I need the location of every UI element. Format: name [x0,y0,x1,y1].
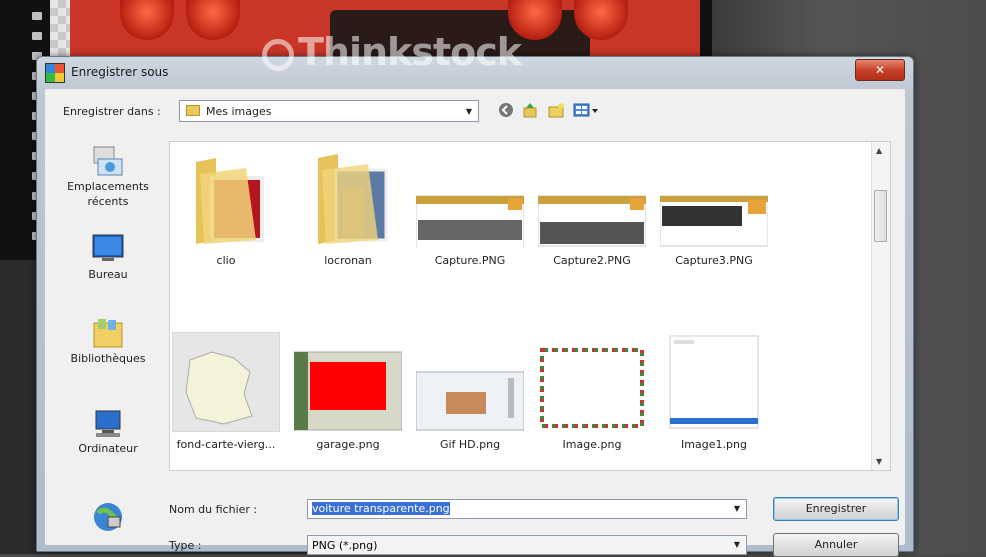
image-thumbnail [293,332,403,432]
scroll-thumb[interactable] [874,190,887,242]
up-folder-icon[interactable] [521,101,539,119]
network-icon [90,499,126,531]
location-value: Mes images [206,105,272,118]
app-icon [45,63,65,83]
image-thumbnail [659,148,769,248]
file-item[interactable]: Gif HD.png [410,332,530,451]
file-name: Capture.PNG [434,254,506,267]
place-desktop[interactable]: Bureau [63,233,153,282]
file-name: clio [216,254,236,267]
location-dropdown[interactable]: Mes images ▼ [179,100,479,122]
libraries-icon [90,317,126,348]
file-name: fond-carte-vierg... [176,438,276,451]
place-label: Ordinateur [78,442,138,455]
file-name: locronan [324,254,372,267]
close-button[interactable]: ✕ [855,59,905,81]
dialog-body: Enregistrer dans : Mes images ▼ Emplacem… [45,89,905,557]
file-name: Image.png [562,438,622,451]
folder-item[interactable]: locronan [288,148,408,267]
file-item[interactable]: Capture2.PNG [532,148,652,267]
image-thumbnail [415,148,525,257]
places-bar: Emplacements récents Bureau Bibliothèque… [63,133,153,543]
folder-item[interactable]: clio [170,148,286,267]
chevron-down-icon[interactable]: ▼ [734,504,740,513]
recent-places-icon [90,145,126,176]
place-computer[interactable]: Ordinateur [63,407,153,456]
scroll-down-icon[interactable]: ▼ [876,457,882,466]
file-item[interactable]: Capture3.PNG [654,148,774,267]
computer-icon [90,407,126,437]
place-label: Bureau [88,268,128,281]
place-label: Emplacements récents [67,180,149,208]
file-item[interactable]: Capture.PNG [410,148,530,267]
chevron-down-icon: ▼ [465,107,472,116]
file-name: garage.png [316,438,380,451]
device-knob [120,0,174,40]
file-name: Capture3.PNG [675,254,753,267]
filename-label: Nom du fichier : [169,503,258,516]
folder-icon [308,148,388,248]
save-button[interactable]: Enregistrer [773,497,899,521]
folder-icon [186,105,200,116]
file-item[interactable]: fond-carte-vierg... [170,331,286,451]
file-name: Gif HD.png [439,438,501,451]
filename-field[interactable]: voiture transparente.png ▼ [307,499,747,519]
file-type-value: PNG (*.png) [312,539,378,552]
save-in-label: Enregistrer dans : [63,105,161,118]
image-thumbnail [537,148,647,248]
view-menu-icon[interactable] [573,101,599,119]
file-name: Capture2.PNG [553,254,631,267]
place-recent[interactable]: Emplacements récents [63,145,153,209]
watermark-logo-icon [262,39,294,71]
scroll-up-icon[interactable]: ▲ [876,146,882,155]
place-network[interactable] [63,499,153,531]
watermark-text: Thinkstock [298,30,522,74]
cancel-button[interactable]: Annuler [773,533,899,557]
desktop-icon [90,233,126,263]
image-thumbnail [660,332,768,432]
chevron-down-icon: ▼ [733,540,740,549]
back-icon[interactable] [497,101,515,119]
dialog-title: Enregistrer sous [71,65,169,79]
save-as-dialog: Enregistrer sous ✕ Enregistrer dans : Me… [36,56,914,557]
image-thumbnail [415,332,525,432]
file-list-scrollbar[interactable]: ▲ ▼ [871,142,890,470]
file-item[interactable]: garage.png [288,332,408,451]
type-label: Type : [169,539,202,552]
new-folder-icon[interactable] [547,101,565,119]
folder-icon [186,148,266,248]
file-type-dropdown[interactable]: PNG (*.png) ▼ [307,535,747,555]
image-thumbnail [538,332,646,432]
file-item[interactable]: Image.png [532,332,652,451]
file-name: Image1.png [681,438,747,451]
file-item[interactable]: Image1.png [654,332,774,451]
file-list[interactable]: clio locronan Capture.PNG Capture2.PNG C… [169,141,891,471]
image-thumbnail [171,331,281,433]
place-libraries[interactable]: Bibliothèques [63,317,153,366]
filename-value: voiture transparente.png [312,502,450,515]
place-label: Bibliothèques [70,352,146,365]
watermark: Thinkstock [262,30,522,74]
device-knob [186,0,240,40]
